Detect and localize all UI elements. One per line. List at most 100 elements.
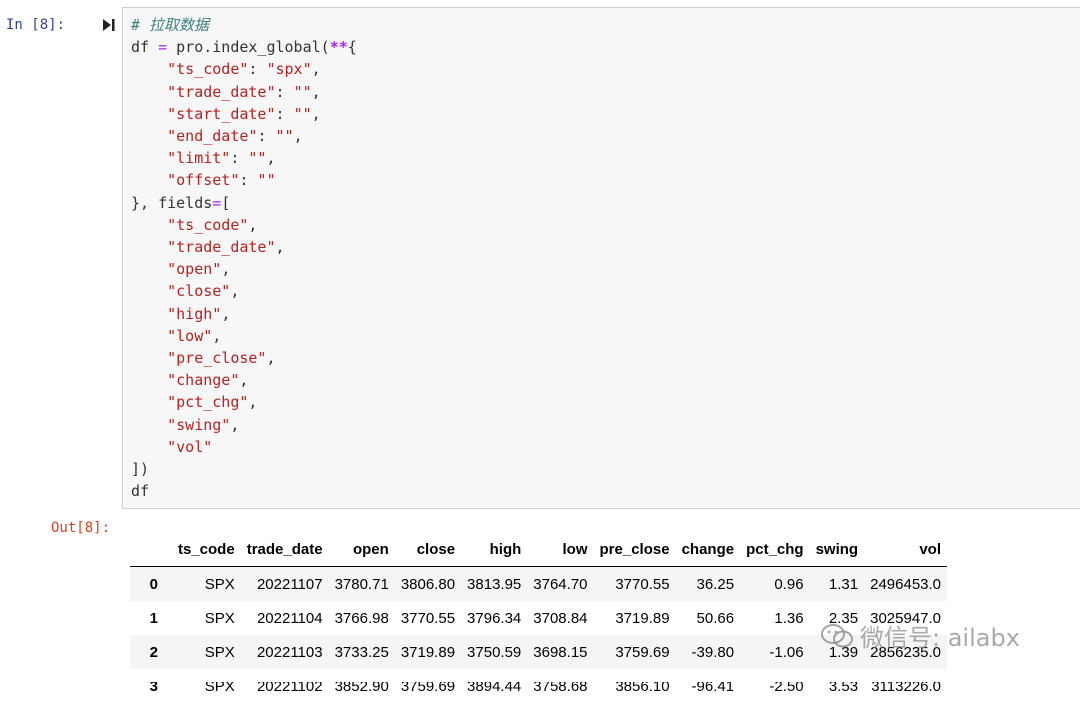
code-token: [ <box>221 193 231 212</box>
code-token: { <box>347 38 357 57</box>
code-string: "close" <box>167 282 231 301</box>
table-cell: 20221103 <box>256 643 323 661</box>
code-token: , <box>266 149 276 168</box>
code-token: : <box>257 127 276 146</box>
table-cell: 20221104 <box>256 609 323 627</box>
code-token: : <box>239 171 258 190</box>
code-string: "" <box>257 171 276 190</box>
code-cell[interactable]: # 拉取数据 df = pro.index_global(**{ "ts_cod… <box>122 7 1080 509</box>
code-token: pro.index_global( <box>167 38 330 57</box>
table-cell: 3719.89 <box>400 643 456 661</box>
table-cell: 3733.25 <box>334 643 389 661</box>
table-cell: SPX <box>204 575 235 593</box>
code-token: , <box>212 326 222 345</box>
table-cell: 36.25 <box>696 575 735 593</box>
column-header-pct_chg: pct_chg <box>740 532 810 567</box>
code-string: "spx" <box>266 60 312 79</box>
code-token: df <box>131 482 150 501</box>
code-editor[interactable]: # 拉取数据 df = pro.index_global(**{ "ts_cod… <box>131 14 357 502</box>
code-token: , <box>311 104 321 123</box>
code-string: "end_date" <box>167 127 258 146</box>
code-token: , <box>266 349 276 368</box>
table-cell: 3813.95 <box>467 575 522 593</box>
row-index: 1 <box>149 609 158 627</box>
index-header <box>130 532 172 567</box>
table-cell: 3780.71 <box>334 575 389 593</box>
code-token: , <box>311 82 321 101</box>
table-cell: 3764.70 <box>533 575 588 593</box>
table-row: 0 SPX 20221107 3780.71 3806.80 3813.95 3764.70… <box>130 566 948 601</box>
code-operator: ** <box>329 38 348 57</box>
code-token: , <box>221 304 231 323</box>
row-index: 2 <box>149 643 158 661</box>
table-cell: 3766.98 <box>334 609 389 627</box>
column-header-pre_close: pre_close <box>593 532 676 567</box>
code-string: "" <box>248 149 267 168</box>
table-cell: 3770.55 <box>615 575 670 593</box>
code-token: , <box>239 371 249 390</box>
column-header-high: high <box>461 532 528 567</box>
wechat-logo-icon <box>821 623 853 647</box>
table-cell: 3759.69 <box>615 643 670 661</box>
code-string: "ts_code" <box>167 215 249 234</box>
row-index: 0 <box>149 575 158 593</box>
code-string: "ts_code" <box>167 60 249 79</box>
column-header-close: close <box>394 532 462 567</box>
table-cell: SPX <box>204 609 235 627</box>
table-cell: SPX <box>204 643 235 661</box>
code-string: "high" <box>167 304 222 323</box>
table-cell: 0.96 <box>774 575 804 593</box>
code-token: , <box>248 215 258 234</box>
output-clip <box>0 670 1080 682</box>
table-cell: 3770.55 <box>400 609 456 627</box>
code-string: "" <box>275 127 294 146</box>
code-comment: # 拉取数据 <box>131 16 210 34</box>
code-string: "open" <box>167 260 222 279</box>
code-token: }, fields <box>131 193 213 212</box>
code-string: "swing" <box>167 415 231 434</box>
column-header-low: low <box>527 532 594 567</box>
table-cell: 50.66 <box>696 609 735 627</box>
column-header-ts_code: ts_code <box>172 532 241 567</box>
code-operator: = <box>158 38 168 57</box>
code-string: "vol" <box>167 437 213 456</box>
table-cell: 3698.15 <box>533 643 588 661</box>
code-string: "" <box>293 104 312 123</box>
table-cell: 1.36 <box>774 609 804 627</box>
code-string: "trade_date" <box>167 82 276 101</box>
column-header-swing: swing <box>809 532 865 567</box>
code-string: "" <box>293 82 312 101</box>
code-string: "start_date" <box>167 104 276 123</box>
code-string: "low" <box>167 326 213 345</box>
code-string: "pre_close" <box>167 349 267 368</box>
table-header-row: ts_code trade_date open close high low pre_clo… <box>130 532 948 567</box>
watermark-text: 微信号: ailabx <box>860 624 1020 652</box>
code-token: , <box>230 415 240 434</box>
code-token: : <box>275 82 294 101</box>
table-cell: 3708.84 <box>533 609 588 627</box>
column-header-vol: vol <box>864 532 948 567</box>
table-cell: 20221107 <box>256 575 323 593</box>
code-token: : <box>248 60 267 79</box>
input-prompt: In [8]: <box>6 17 66 33</box>
run-cell-icon[interactable] <box>101 17 117 33</box>
code-token: , <box>248 393 258 412</box>
code-token: df <box>131 38 159 57</box>
code-token: ]) <box>131 460 150 479</box>
column-header-open: open <box>328 532 395 567</box>
code-string: "trade_date" <box>167 238 276 257</box>
code-token: : <box>275 104 294 123</box>
code-string: "offset" <box>167 171 240 190</box>
column-header-trade_date: trade_date <box>240 532 329 567</box>
code-token: , <box>293 127 303 146</box>
table-cell: 3719.89 <box>615 609 670 627</box>
